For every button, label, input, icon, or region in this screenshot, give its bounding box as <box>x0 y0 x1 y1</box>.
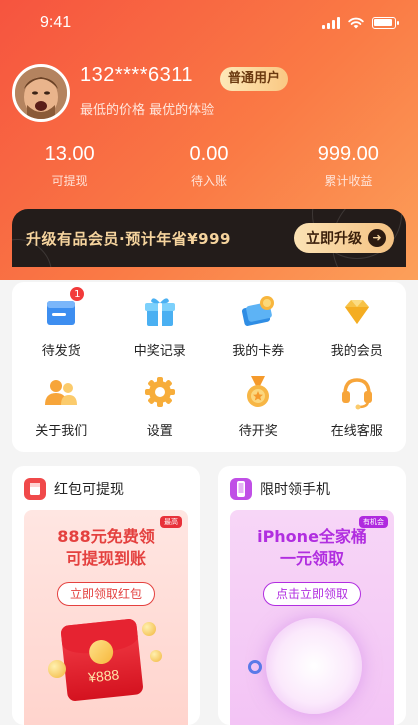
phone-prize-illustration <box>266 618 362 714</box>
user-phone: 132****6311 <box>80 64 194 86</box>
promo-banner[interactable]: 最高 888元免费领 可提现到账 立即领取红包 ¥888 <box>24 510 188 725</box>
menu-item-label: 我的卡券 <box>232 344 285 359</box>
upgrade-now-button[interactable]: 立即升级 ➜ <box>294 223 394 253</box>
menu-item-label: 在线客服 <box>330 424 383 439</box>
stat-total-earnings[interactable]: 999.00 累计收益 <box>279 143 418 189</box>
free-phone-promo-card[interactable]: 限时领手机 有机会 iPhone全家桶 一元领取 点击立即领取 <box>218 466 406 725</box>
red-envelope-icon: ¥888 <box>60 618 144 702</box>
menu-item-pending-draw[interactable]: 待开奖 <box>209 372 308 452</box>
status-bar: 9:41 <box>0 14 418 36</box>
promo-header: 红包可提现 <box>24 478 124 500</box>
wifi-icon <box>348 17 364 29</box>
menu-item-about-us[interactable]: 关于我们 <box>12 372 111 452</box>
red-envelope-amount: ¥888 <box>87 666 121 686</box>
menu-item-online-support[interactable]: 在线客服 <box>308 372 407 452</box>
status-icons <box>322 17 399 29</box>
menu-item-my-coupons[interactable]: 我的卡券 <box>209 292 308 372</box>
phone-icon <box>230 478 252 500</box>
diamond-icon <box>337 292 377 332</box>
coin-icon <box>142 622 156 636</box>
promo-headline-line2: 可提现到账 <box>65 549 146 568</box>
menu-item-label: 待发货 <box>41 344 81 359</box>
member-level-badge: 普通用户 <box>220 67 289 91</box>
function-menu: 1 待发货 中奖记录 我的卡券 我的会员 关于我们 设置 待开奖 在线客服 <box>12 282 406 452</box>
menu-item-label: 中奖记录 <box>133 344 186 359</box>
users-icon <box>41 372 81 412</box>
arrow-right-icon: ➜ <box>368 229 386 247</box>
signal-icon <box>322 17 340 29</box>
menu-item-settings[interactable]: 设置 <box>111 372 210 452</box>
vip-upgrade-banner[interactable]: 升级有品会员·预计年省¥999 立即升级 ➜ <box>12 209 406 267</box>
claim-phone-button[interactable]: 点击立即领取 <box>262 582 362 606</box>
avatar[interactable] <box>12 64 70 122</box>
claim-red-packet-button[interactable]: 立即领取红包 <box>56 582 156 606</box>
menu-item-my-membership[interactable]: 我的会员 <box>308 292 407 372</box>
red-packet-promo-card[interactable]: 红包可提现 最高 888元免费领 可提现到账 立即领取红包 ¥888 <box>12 466 200 725</box>
stat-pending[interactable]: 0.00 待入账 <box>139 143 278 189</box>
headset-icon <box>337 372 377 412</box>
coin-icon <box>150 650 162 662</box>
pending-shipment-icon: 1 <box>41 286 86 332</box>
stat-value: 999.00 <box>317 143 379 165</box>
promo-headline-line1: 888元免费领 <box>57 527 155 546</box>
stat-value: 13.00 <box>44 143 95 165</box>
promo-headline: iPhone全家桶 一元领取 <box>230 526 394 570</box>
gear-icon <box>140 372 180 412</box>
menu-item-label: 待开奖 <box>238 424 278 439</box>
promo-title: 红包可提现 <box>54 482 124 498</box>
promo-headline-line1: iPhone全家桶 <box>257 527 367 546</box>
vip-upgrade-text: 升级有品会员·预计年省¥999 <box>26 230 231 248</box>
promo-header: 限时领手机 <box>230 478 330 500</box>
stat-label: 累计收益 <box>324 174 373 188</box>
earnings-stats: 13.00 可提现 0.00 待入账 999.00 累计收益 <box>0 143 418 189</box>
upgrade-button-label: 立即升级 <box>306 231 362 247</box>
battery-icon <box>372 17 399 29</box>
stat-label: 待入账 <box>190 174 227 188</box>
coin-icon <box>48 660 66 678</box>
red-packet-icon <box>24 478 46 500</box>
pending-shipment-count-badge: 1 <box>69 286 86 302</box>
menu-item-prize-records[interactable]: 中奖记录 <box>111 292 210 372</box>
gift-icon <box>140 292 180 332</box>
stat-value: 0.00 <box>189 143 229 165</box>
menu-item-label: 设置 <box>146 424 173 439</box>
menu-item-label: 关于我们 <box>35 424 88 439</box>
ring-decoration-icon <box>248 660 262 674</box>
promo-title: 限时领手机 <box>260 482 330 498</box>
slogan: 最低的价格 最优的体验 <box>80 103 215 118</box>
promo-banner[interactable]: 有机会 iPhone全家桶 一元领取 点击立即领取 <box>230 510 394 725</box>
avatar-face-icon <box>15 67 67 119</box>
coupon-icon <box>238 292 278 332</box>
stat-label: 可提现 <box>51 174 88 188</box>
promo-headline-line2: 一元领取 <box>279 549 344 568</box>
profile-header: 9:41 132****6311 普通用户 最低的价格 最优的体验 13.00 … <box>0 0 418 280</box>
promo-headline: 888元免费领 可提现到账 <box>24 526 188 570</box>
stat-withdrawable[interactable]: 13.00 可提现 <box>0 143 139 189</box>
medal-icon <box>238 372 278 412</box>
status-time: 9:41 <box>40 14 72 31</box>
menu-item-pending-shipment[interactable]: 1 待发货 <box>12 286 111 372</box>
menu-item-label: 我的会员 <box>330 344 383 359</box>
